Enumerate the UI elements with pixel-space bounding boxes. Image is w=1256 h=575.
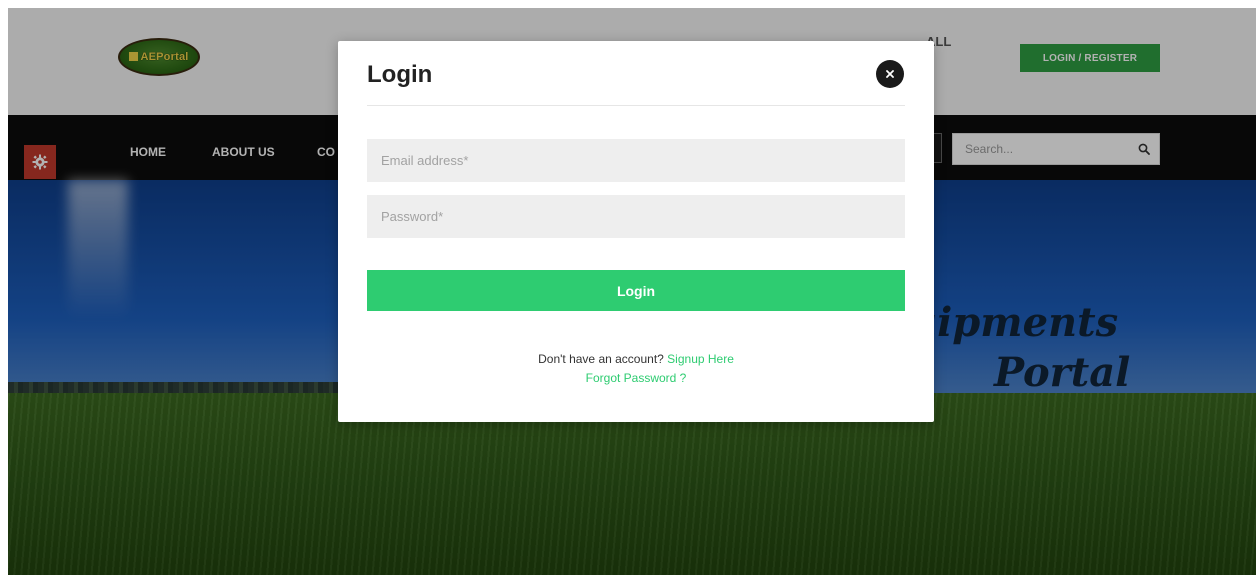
modal-divider bbox=[367, 105, 905, 106]
signup-link[interactable]: Signup Here bbox=[667, 352, 734, 366]
email-field[interactable] bbox=[367, 139, 905, 182]
login-modal: Login Login Don't have an account? Signu… bbox=[338, 41, 934, 422]
modal-title: Login bbox=[367, 61, 433, 88]
page: AEPortal ALL LOGIN / REGISTER HOME ABOUT… bbox=[8, 8, 1256, 575]
forgot-password-link[interactable]: Forgot Password ? bbox=[586, 371, 687, 385]
signup-prompt-text: Don't have an account? bbox=[538, 352, 664, 366]
login-submit-button[interactable]: Login bbox=[367, 270, 905, 311]
signup-prompt-line: Don't have an account? Signup Here bbox=[338, 352, 934, 366]
password-field[interactable] bbox=[367, 195, 905, 238]
forgot-password-line: Forgot Password ? bbox=[338, 371, 934, 385]
close-button[interactable] bbox=[876, 60, 904, 88]
close-icon bbox=[886, 70, 894, 78]
